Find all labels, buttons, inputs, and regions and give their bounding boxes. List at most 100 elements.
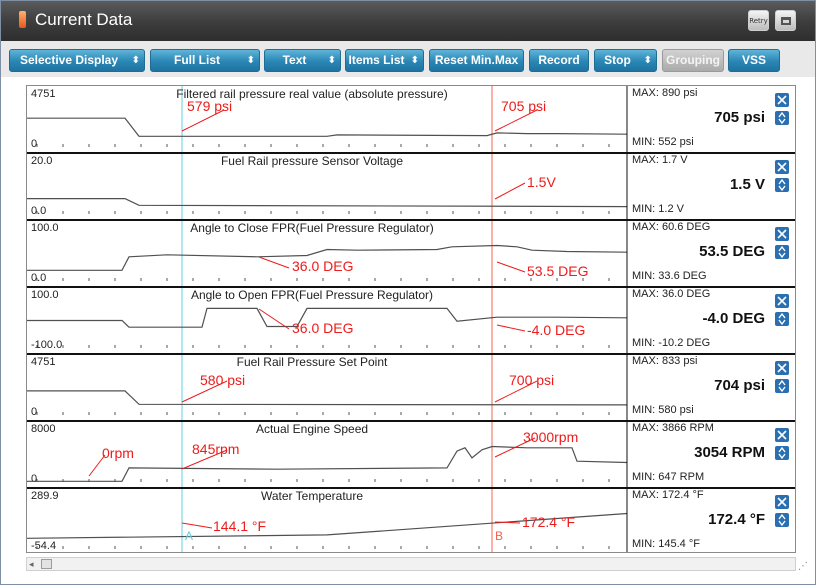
- max-value: MAX: 3866 RPM: [632, 422, 714, 434]
- current-value: -4.0 DEG: [702, 310, 765, 327]
- max-value: MAX: 1.7 V: [632, 154, 688, 166]
- graph-canvas[interactable]: 47510Filtered rail pressure real value (…: [27, 86, 796, 553]
- button-label: Text: [282, 53, 307, 67]
- button-label: Stop: [604, 53, 631, 67]
- button-label: Grouping: [666, 53, 720, 67]
- annotation-label: 172.4 °F: [522, 514, 575, 530]
- annotation-label: 580 psi: [200, 372, 245, 388]
- panel-title: Angle to Open FPR(Fuel Pressure Regulato…: [191, 288, 433, 302]
- y-axis-top-label: 100.0: [31, 289, 59, 301]
- min-value: MIN: 33.6 DEG: [632, 270, 707, 282]
- y-axis-bottom-label: 0: [31, 138, 37, 150]
- vss-button[interactable]: VSS: [728, 49, 780, 72]
- y-axis-bottom-label: 0: [31, 406, 37, 418]
- button-label: Full List: [174, 53, 220, 67]
- max-value: MAX: 60.6 DEG: [632, 221, 710, 233]
- annotation-label: 579 psi: [187, 98, 232, 114]
- y-axis-top-label: 4751: [31, 356, 55, 368]
- annotation-label: 3000rpm: [523, 429, 578, 445]
- annotation-label: 36.0 DEG: [292, 258, 353, 274]
- dropdown-icon[interactable]: ⬍: [411, 50, 419, 71]
- annotation-pointer: [258, 256, 290, 269]
- y-axis-top-label: 100.0: [31, 222, 59, 234]
- button-label: Record: [538, 53, 580, 67]
- max-value: MAX: 890 psi: [632, 87, 697, 99]
- text-button[interactable]: Text ⬍: [264, 49, 341, 72]
- button-label: Selective Display: [19, 53, 119, 67]
- annotation-pointer: [494, 182, 526, 200]
- panel-title: Fuel Rail pressure Sensor Voltage: [221, 154, 403, 168]
- y-axis-top-label: 8000: [31, 423, 55, 435]
- y-axis-bottom-label: -54.4: [31, 540, 56, 552]
- annotation-pointer: [181, 522, 213, 529]
- scroll-left-icon[interactable]: ◂: [29, 558, 34, 570]
- annotation-label: 700 psi: [509, 372, 554, 388]
- panel-title: Fuel Rail Pressure Set Point: [237, 355, 388, 369]
- horizontal-scrollbar[interactable]: ◂: [26, 557, 796, 571]
- annotation-label: 845rpm: [192, 441, 239, 457]
- annotation-label: 53.5 DEG: [527, 263, 588, 279]
- items-list-button[interactable]: Items List ⬍: [345, 49, 424, 72]
- annotation-pointer: [496, 261, 526, 273]
- y-axis-bottom-label: 0: [31, 473, 37, 485]
- y-axis-bottom-label: 0.0: [31, 272, 46, 284]
- max-value: MAX: 172.4 °F: [632, 489, 704, 501]
- toolbar: Selective Display ⬍ Full List ⬍ Text ⬍ Items L…: [1, 41, 815, 77]
- y-axis-top-label: 4751: [31, 88, 55, 100]
- record-button[interactable]: Record: [529, 49, 589, 72]
- dropdown-icon[interactable]: ⬍: [132, 50, 140, 71]
- current-value: 704 psi: [714, 377, 765, 394]
- panel-title: Angle to Close FPR(Fuel Pressure Regulat…: [190, 221, 433, 235]
- max-value: MAX: 36.0 DEG: [632, 288, 710, 300]
- grouping-button: Grouping: [662, 49, 724, 72]
- stop-button[interactable]: Stop ⬍: [594, 49, 657, 72]
- annotation-pointer: [496, 324, 526, 332]
- current-data-window: Current Data Retry Selective Display ⬍ Ful…: [0, 0, 816, 585]
- retry-icon[interactable]: Retry: [748, 10, 769, 31]
- annotation-label: 0rpm: [102, 445, 134, 461]
- current-value: 53.5 DEG: [699, 243, 765, 260]
- min-value: MIN: -10.2 DEG: [632, 337, 710, 349]
- current-value: 705 psi: [714, 109, 765, 126]
- current-value: 1.5 V: [730, 176, 765, 193]
- y-axis-top-label: 289.9: [31, 490, 59, 502]
- signal-trace: [27, 197, 628, 208]
- dropdown-icon[interactable]: ⬍: [328, 50, 336, 71]
- annotation-label: 1.5V: [527, 174, 556, 190]
- button-label: Reset Min.Max: [434, 53, 519, 67]
- cursor-b-label: B: [495, 529, 503, 543]
- y-axis-bottom-label: 0.0: [31, 205, 46, 217]
- signal-trace: [27, 390, 628, 406]
- button-label: Items List: [348, 53, 405, 67]
- restore-icon[interactable]: [775, 10, 796, 31]
- resize-grip-icon[interactable]: ⋰: [798, 561, 808, 572]
- min-value: MIN: 145.4 °F: [632, 538, 700, 550]
- annotation-label: 36.0 DEG: [292, 320, 353, 336]
- dropdown-icon[interactable]: ⬍: [247, 50, 255, 71]
- panel-title: Actual Engine Speed: [256, 422, 368, 436]
- y-axis-bottom-label: -100.0: [31, 339, 62, 351]
- panel-title: Water Temperature: [261, 489, 363, 503]
- multi-parameter-graph[interactable]: 4751 0 Filtered rail pressure real value (…: [26, 85, 796, 553]
- annotation-label: 144.1 °F: [213, 518, 266, 534]
- dropdown-icon[interactable]: ⬍: [644, 50, 652, 71]
- annotation-label: -4.0 DEG: [527, 322, 585, 338]
- min-value: MIN: 580 psi: [632, 404, 694, 416]
- min-value: MIN: 1.2 V: [632, 203, 685, 215]
- min-value: MIN: 647 RPM: [632, 471, 704, 483]
- window-status-icon: [19, 11, 26, 28]
- signal-trace: [27, 117, 628, 137]
- selective-display-button[interactable]: Selective Display ⬍: [9, 49, 145, 72]
- annotation-label: 705 psi: [501, 98, 546, 114]
- full-list-button[interactable]: Full List ⬍: [150, 49, 260, 72]
- button-label: VSS: [741, 53, 766, 67]
- scroll-thumb[interactable]: [41, 559, 52, 569]
- cursor-a-label: A: [185, 529, 193, 543]
- y-axis-top-label: 20.0: [31, 155, 52, 167]
- current-value: 172.4 °F: [708, 511, 765, 528]
- title-bar[interactable]: Current Data Retry: [1, 1, 815, 41]
- current-value: 3054 RPM: [694, 444, 765, 461]
- reset-min-max-button[interactable]: Reset Min.Max: [429, 49, 524, 72]
- max-value: MAX: 833 psi: [632, 355, 697, 367]
- window-title: Current Data: [35, 10, 133, 29]
